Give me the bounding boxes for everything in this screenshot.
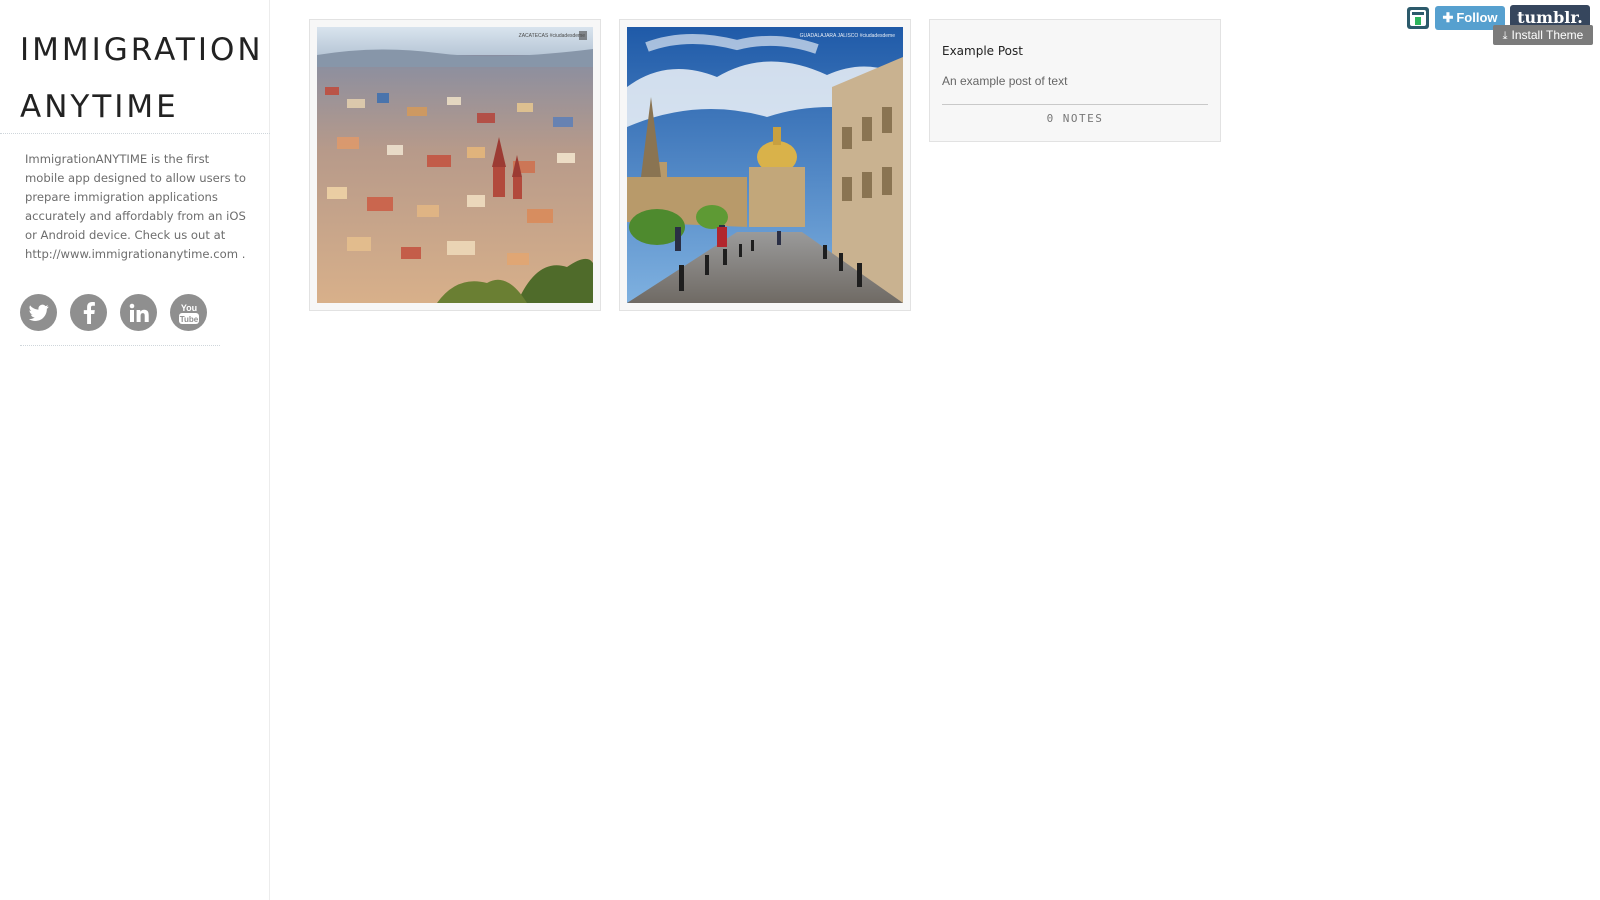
facebook-icon (83, 301, 95, 324)
plus-icon: ✚ (1442, 10, 1454, 25)
social-divider (20, 345, 220, 346)
blog-title[interactable]: IMMIGRATION ANYTIME (20, 22, 261, 136)
post-body: An example post of text (942, 74, 1068, 88)
guadalajara-photo-image: GUADALAJARA JALISCO #ciudadesdeme (627, 27, 903, 303)
svg-text:Tube: Tube (179, 315, 198, 324)
social-links: You Tube (20, 294, 207, 331)
facebook-link[interactable] (70, 294, 107, 331)
post-photo-zacatecas[interactable]: ZACATECAS #ciudadesdeme (317, 27, 593, 303)
photo-caption: GUADALAJARA JALISCO #ciudadesdeme (800, 33, 896, 39)
follow-label: Follow (1456, 10, 1498, 25)
photo-post: GUADALAJARA JALISCO #ciudadesdeme (619, 19, 911, 311)
linkedin-icon (129, 303, 149, 322)
dashboard-icon (1410, 10, 1426, 26)
download-icon: ⤓ (1502, 30, 1508, 42)
svg-text:You: You (180, 303, 196, 313)
text-post: Example Post An example post of text 0 N… (929, 19, 1221, 142)
linkedin-link[interactable] (120, 294, 157, 331)
youtube-icon: You Tube (178, 303, 199, 324)
tumblr-controls: ✚ Follow tumblr. ⤓ Install Theme (1407, 5, 1597, 47)
twitter-link[interactable] (20, 294, 57, 331)
post-notes-link[interactable]: 0 NOTES (942, 112, 1208, 125)
twitter-icon (28, 304, 49, 321)
dashboard-button[interactable] (1407, 7, 1429, 29)
photo-caption: ZACATECAS #ciudadesdeme (519, 33, 586, 39)
photo-post: ZACATECAS #ciudadesdeme (309, 19, 601, 311)
post-divider (942, 104, 1208, 105)
blog-description: ImmigrationANYTIME is the first mobile a… (25, 152, 246, 261)
zacatecas-photo-image: ZACATECAS #ciudadesdeme (317, 27, 593, 303)
youtube-link[interactable]: You Tube (170, 294, 207, 331)
install-theme-button[interactable]: ⤓ Install Theme (1493, 25, 1593, 45)
title-divider (0, 133, 270, 134)
sidebar: IMMIGRATION ANYTIME ImmigrationANYTIME i… (0, 0, 270, 900)
post-photo-guadalajara[interactable]: GUADALAJARA JALISCO #ciudadesdeme (627, 27, 903, 303)
post-title[interactable]: Example Post (942, 44, 1023, 58)
install-theme-label: Install Theme (1511, 28, 1584, 42)
